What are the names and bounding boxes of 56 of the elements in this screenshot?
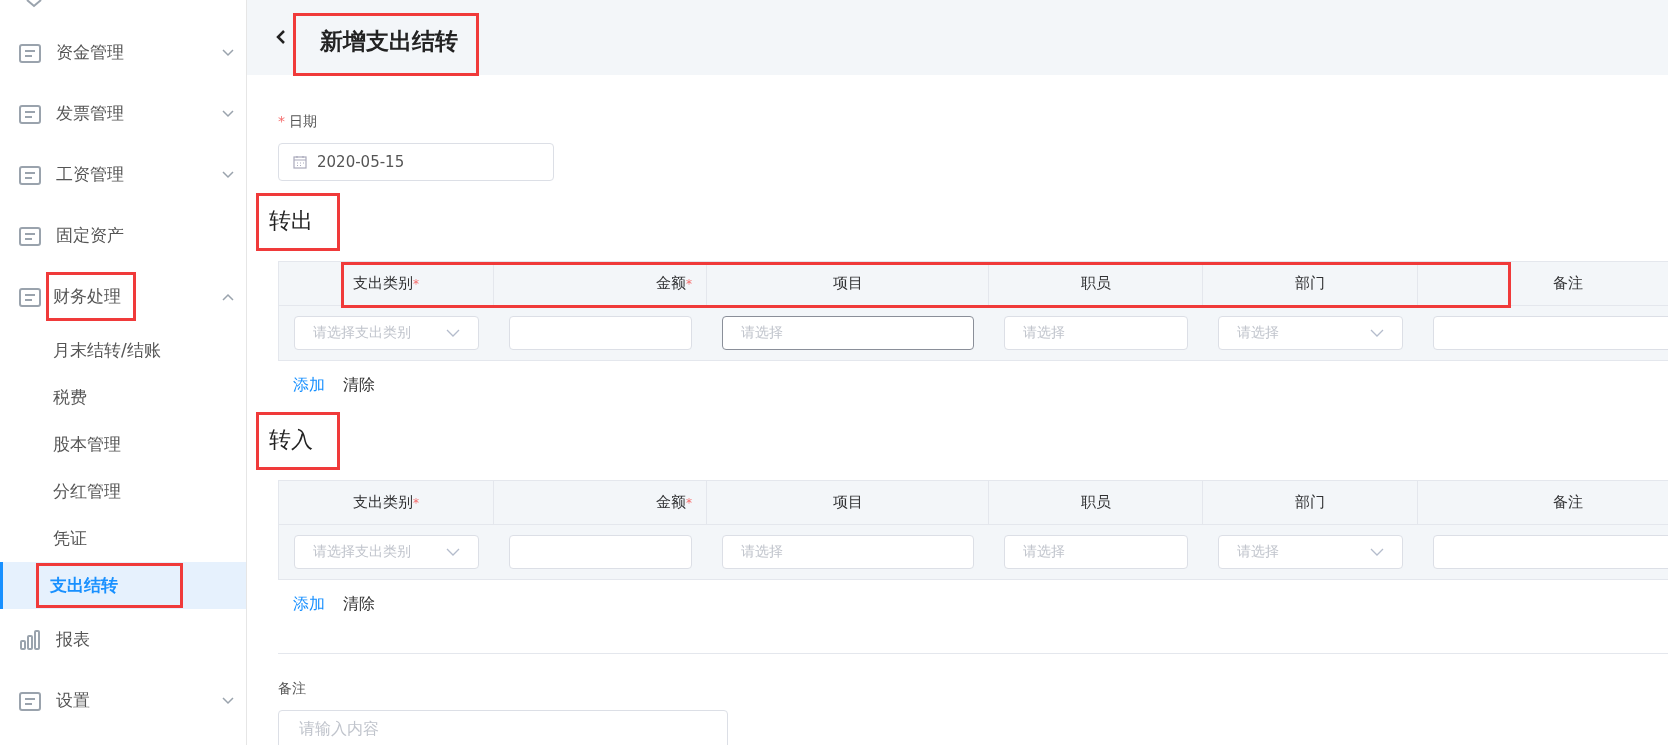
action-link[interactable]: 清除 bbox=[343, 375, 375, 396]
date-label: * 日期 bbox=[278, 113, 319, 131]
column-header: 职员 bbox=[989, 481, 1203, 524]
nav-item[interactable]: 财务处理 bbox=[0, 266, 246, 327]
column-header: 支出类别* bbox=[279, 481, 494, 524]
column-header: 金额* bbox=[494, 262, 707, 305]
column-header: 备注 bbox=[1418, 262, 1668, 305]
chevron-icon bbox=[446, 329, 460, 337]
chevron-icon bbox=[446, 548, 460, 556]
submenu-item[interactable]: 分红管理 bbox=[0, 468, 246, 515]
nav-item[interactable]: 报表 bbox=[0, 609, 246, 670]
nav-label: 财务处理 bbox=[46, 272, 136, 321]
nav-label: 工资管理 bbox=[55, 163, 125, 186]
calendar-icon bbox=[293, 155, 307, 169]
remark-label: 备注 bbox=[278, 680, 307, 698]
column-header: 备注 bbox=[1418, 481, 1668, 524]
nav-item[interactable]: 工资管理 bbox=[0, 144, 246, 205]
column-header: 部门 bbox=[1203, 262, 1418, 305]
column-header: 金额* bbox=[494, 481, 707, 524]
nav-item[interactable]: 固定资产 bbox=[0, 205, 246, 266]
page-title: 新增支出结转 bbox=[293, 13, 479, 76]
submenu-label: 分红管理 bbox=[52, 480, 122, 503]
column-header: 项目 bbox=[707, 262, 989, 305]
chevron-icon bbox=[1370, 329, 1384, 337]
submenu-label: 股本管理 bbox=[52, 433, 122, 456]
column-header: 职员 bbox=[989, 262, 1203, 305]
nav-label: 报表 bbox=[55, 628, 91, 651]
nav-label: 设置 bbox=[55, 689, 91, 712]
submenu-label: 税费 bbox=[52, 386, 88, 409]
input-field[interactable] bbox=[1433, 535, 1668, 569]
chevron-icon bbox=[1370, 548, 1384, 556]
input-field[interactable] bbox=[1433, 316, 1668, 350]
nav-item[interactable]: 资金管理 bbox=[0, 22, 246, 83]
submenu-item[interactable]: 月末结转/结账 bbox=[0, 327, 246, 374]
submenu-item[interactable]: 税费 bbox=[0, 374, 246, 421]
submenu-label: 月末结转/结账 bbox=[52, 339, 162, 362]
nav-label: 资金管理 bbox=[55, 41, 125, 64]
nav-item[interactable]: 发票管理 bbox=[0, 83, 246, 144]
submenu-label: 凭证 bbox=[52, 527, 88, 550]
section-heading: 转入 bbox=[256, 412, 340, 470]
input-field[interactable] bbox=[509, 535, 692, 569]
submenu-item[interactable]: 股本管理 bbox=[0, 421, 246, 468]
submenu-label: 支出结转 bbox=[36, 563, 183, 608]
nav-label: 固定资产 bbox=[55, 224, 125, 247]
action-link[interactable]: 清除 bbox=[343, 594, 375, 615]
nav-icon bbox=[18, 627, 42, 652]
column-header: 支出类别* bbox=[279, 262, 494, 305]
submenu-item[interactable]: 凭证 bbox=[0, 515, 246, 562]
back-icon[interactable] bbox=[275, 29, 287, 45]
input-field[interactable] bbox=[509, 316, 692, 350]
date-field[interactable]: 2020-05-15 bbox=[278, 143, 554, 181]
nav-label: 发票管理 bbox=[55, 102, 125, 125]
column-header: 部门 bbox=[1203, 481, 1418, 524]
column-header: 项目 bbox=[707, 481, 989, 524]
nav-item[interactable]: 设置 bbox=[0, 670, 246, 731]
section-heading: 转出 bbox=[256, 193, 340, 251]
